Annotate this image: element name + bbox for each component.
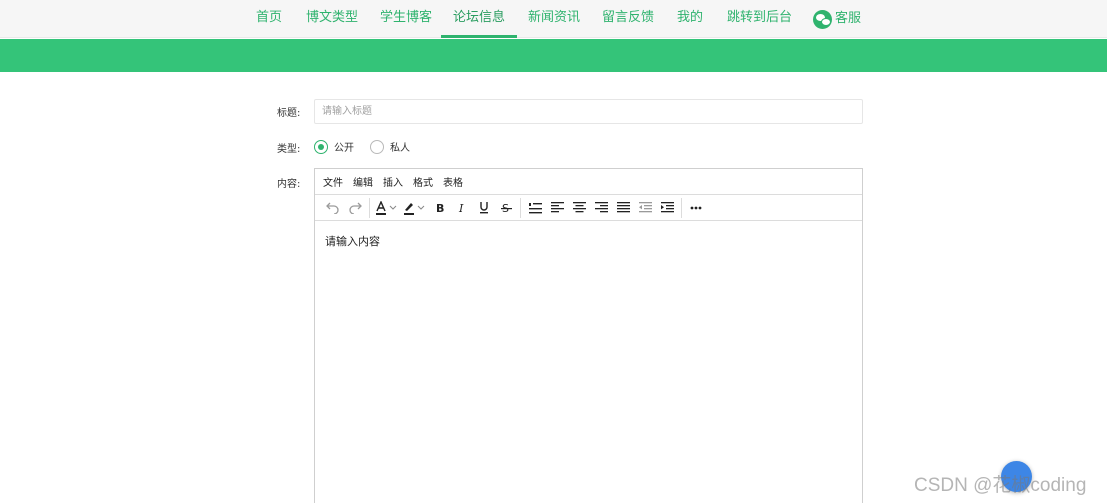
- nav-item-student-blogs[interactable]: 学生博客: [380, 0, 432, 38]
- type-private-radio[interactable]: 私人: [370, 139, 410, 154]
- watermark: CSDN @花椒coding: [914, 475, 1087, 496]
- menu-file[interactable]: 文件: [323, 174, 343, 189]
- editor-toolbar: B I S: [315, 195, 862, 221]
- type-public-radio[interactable]: 公开: [314, 139, 354, 154]
- outdent-icon[interactable]: [634, 198, 656, 218]
- content-label: 内容:: [277, 179, 301, 190]
- toolbar-format-group: B I S: [370, 197, 521, 218]
- title-label: 标题:: [277, 108, 301, 119]
- italic-icon[interactable]: I: [451, 198, 473, 218]
- nav-item-home[interactable]: 首页: [256, 0, 282, 38]
- svg-text:B: B: [436, 202, 444, 214]
- redo-icon[interactable]: [344, 198, 366, 218]
- header-banner: [0, 39, 1107, 72]
- nav-item-feedback[interactable]: 留言反馈: [602, 0, 654, 38]
- indent-icon[interactable]: [656, 198, 678, 218]
- editor-content-area[interactable]: 请输入内容: [315, 221, 862, 503]
- menu-insert[interactable]: 插入: [383, 174, 403, 189]
- highlight-color-icon[interactable]: [401, 198, 429, 218]
- nav-item-forum[interactable]: 论坛信息: [441, 0, 518, 38]
- justify-icon[interactable]: [612, 198, 634, 218]
- customer-service-link[interactable]: 客服: [813, 0, 861, 38]
- type-label: 类型:: [277, 144, 301, 155]
- title-input[interactable]: [314, 99, 863, 124]
- nav-item-blog-types[interactable]: 博文类型: [306, 0, 358, 38]
- type-radio-group: 公开 私人: [314, 139, 426, 154]
- bold-icon[interactable]: B: [429, 198, 451, 218]
- undo-icon[interactable]: [322, 198, 344, 218]
- editor-menubar: 文件 编辑 插入 格式 表格: [315, 169, 862, 195]
- nav-item-mine[interactable]: 我的: [677, 0, 703, 38]
- menu-table[interactable]: 表格: [443, 174, 463, 189]
- top-nav: 首页 博文类型 学生博客 论坛信息 新闻资讯 留言反馈 我的 跳转到后台 客服: [0, 0, 1107, 38]
- svg-text:I: I: [458, 202, 464, 214]
- radio-checked-icon: [314, 139, 328, 154]
- strikethrough-icon[interactable]: S: [495, 198, 517, 218]
- menu-edit[interactable]: 编辑: [353, 174, 373, 189]
- wechat-icon: [813, 9, 832, 29]
- type-public-label: 公开: [334, 143, 354, 154]
- nav-item-news[interactable]: 新闻资讯: [528, 0, 580, 38]
- nav-item-admin[interactable]: 跳转到后台: [727, 0, 792, 38]
- radio-unchecked-icon: [370, 139, 384, 154]
- editor-content-text: 请输入内容: [325, 235, 380, 248]
- more-icon[interactable]: [685, 198, 707, 218]
- text-color-icon[interactable]: [373, 198, 401, 218]
- menu-format[interactable]: 格式: [413, 174, 433, 189]
- toolbar-more-group: [682, 198, 710, 218]
- align-left-icon[interactable]: [546, 198, 568, 218]
- customer-service-label: 客服: [835, 11, 862, 26]
- align-center-icon[interactable]: [568, 198, 590, 218]
- rich-text-editor: 文件 编辑 插入 格式 表格 B I 请输入内容: [314, 168, 863, 503]
- type-private-label: 私人: [390, 143, 410, 154]
- ordered-list-icon[interactable]: [524, 198, 546, 218]
- underline-icon[interactable]: [473, 198, 495, 218]
- align-right-icon[interactable]: [590, 198, 612, 218]
- toolbar-history-group: [319, 197, 370, 218]
- toolbar-paragraph-group: [521, 197, 682, 218]
